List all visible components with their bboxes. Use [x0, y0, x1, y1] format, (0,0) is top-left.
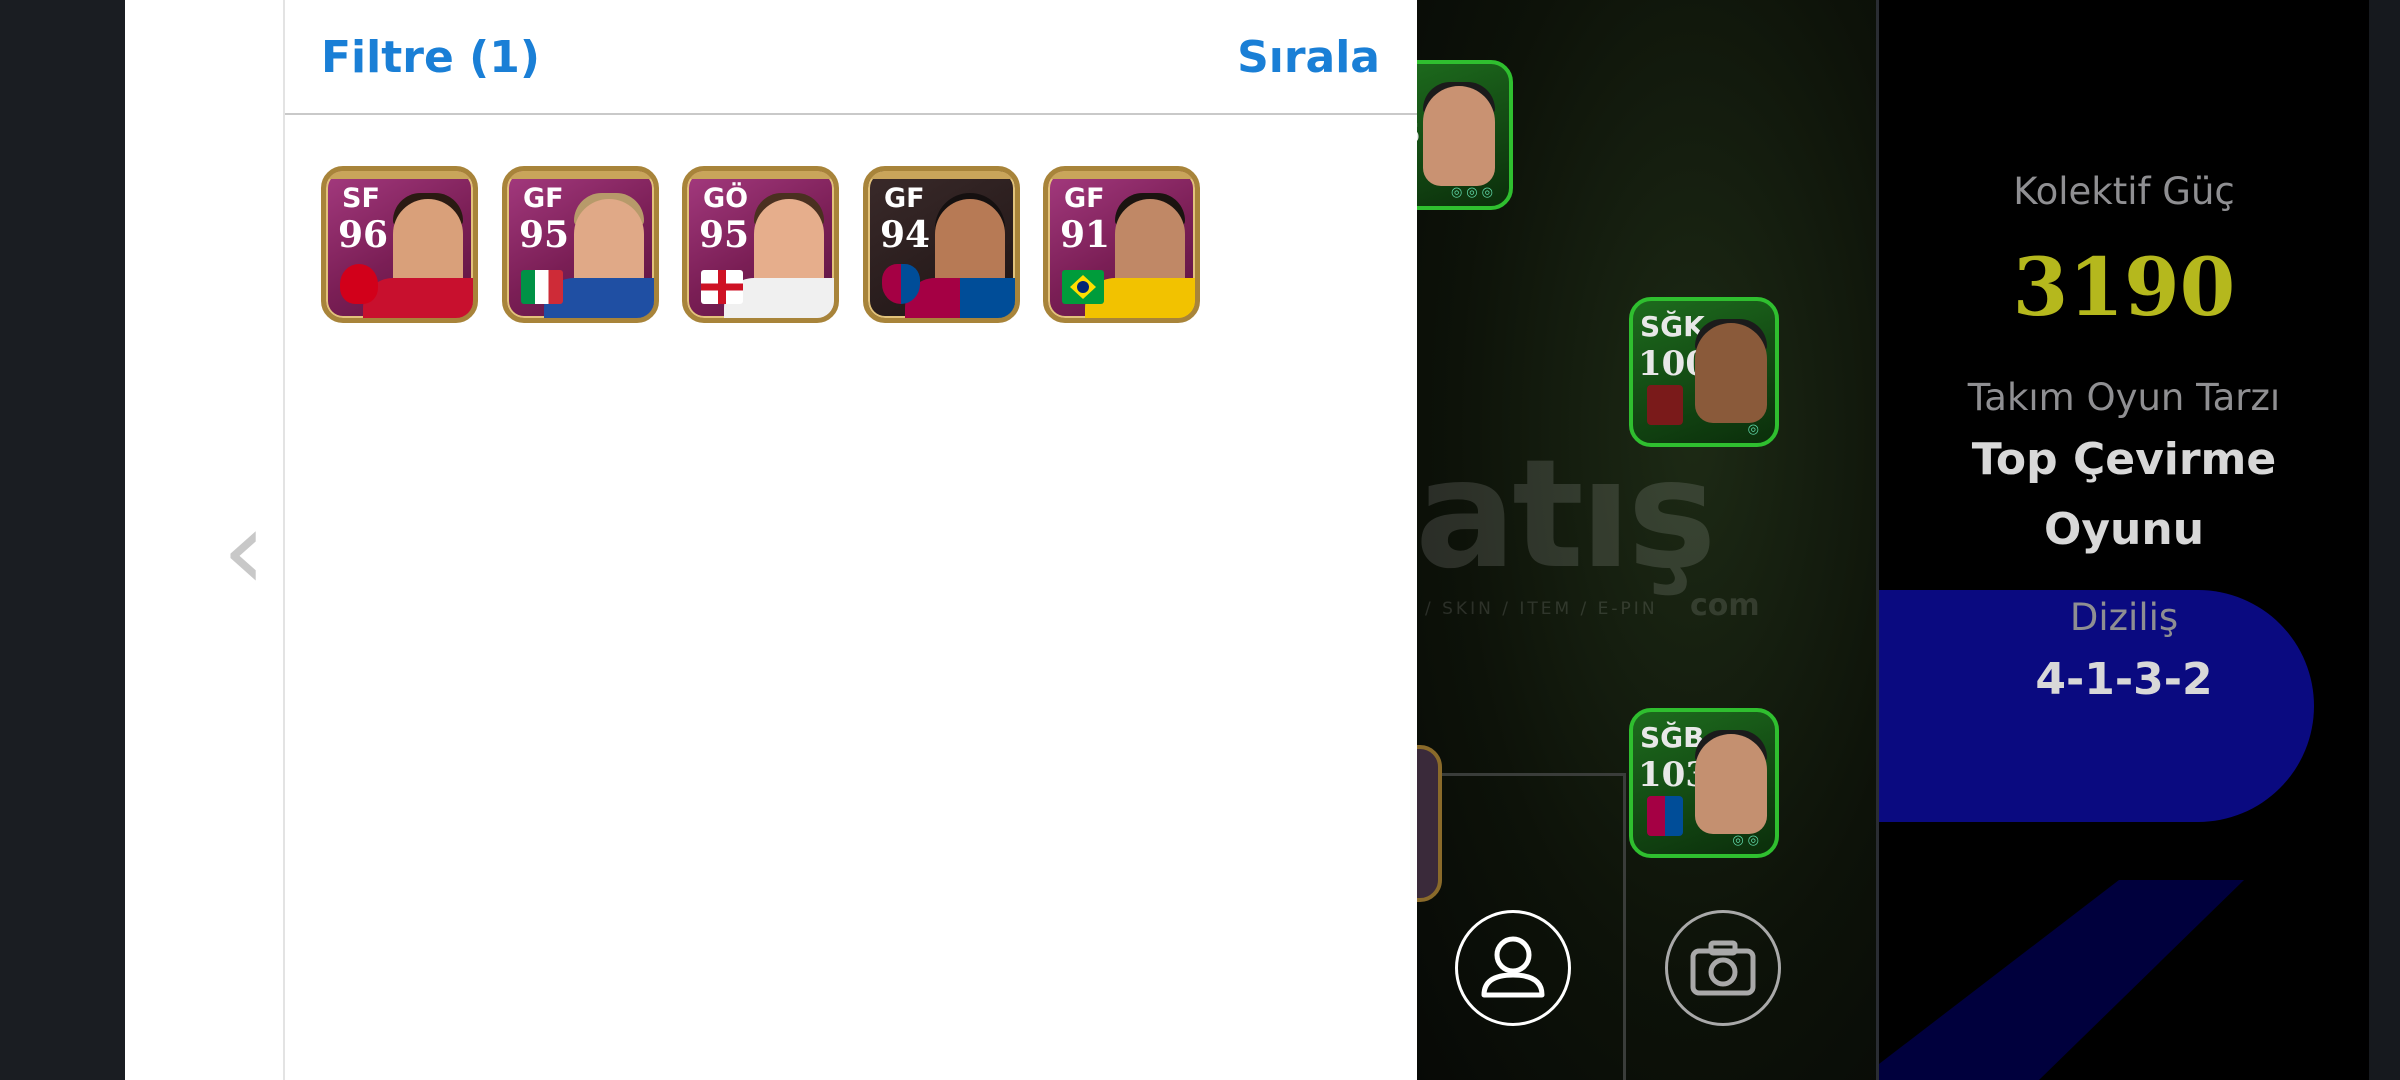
- player-shirt: [363, 278, 473, 318]
- camera-icon: [1690, 940, 1756, 996]
- profile-button[interactable]: [1455, 910, 1571, 1026]
- pitch-player-card[interactable]: SĞB 103 ◎◎: [1629, 708, 1779, 858]
- skill-indicator-icon: ◎: [1747, 422, 1763, 437]
- watermark-tagline: / SKIN / ITEM / E-PIN: [1425, 599, 1658, 619]
- player-card[interactable]: GF 94: [863, 166, 1020, 323]
- player-position: GF: [884, 183, 925, 214]
- profile-icon: [1481, 936, 1545, 998]
- camera-button[interactable]: [1665, 910, 1781, 1026]
- card-border: [507, 171, 654, 179]
- filter-button[interactable]: Filtre (1): [321, 32, 540, 83]
- skill-indicator-icon: ◎◎◎: [1450, 185, 1497, 200]
- play-style-line: Top Çevirme: [1971, 434, 2277, 485]
- england-flag-icon: [701, 270, 743, 304]
- barcelona-crest-icon: [882, 264, 920, 304]
- card-border: [687, 171, 834, 179]
- watermark-logo: atış: [1415, 428, 1717, 602]
- player-rating: 94: [880, 214, 931, 256]
- player-rating: 91: [1060, 214, 1111, 256]
- play-style-value[interactable]: Top Çevirme Oyunu: [1879, 425, 2369, 565]
- player-card[interactable]: GÖ 95: [682, 166, 839, 323]
- player-position: GÖ: [703, 183, 749, 214]
- collective-power-label: Kolektif Güç: [2013, 170, 2235, 213]
- club-crest-icon: [340, 264, 378, 304]
- right-margin: [2369, 0, 2400, 1080]
- left-margin: [0, 0, 125, 1080]
- club-badge-icon: [1647, 385, 1683, 425]
- formation-value[interactable]: 4-1-3-2: [1879, 645, 2369, 715]
- player-rating: 95: [519, 214, 570, 256]
- barcelona-crest-icon: [1647, 796, 1683, 836]
- formation-label: Diziliş: [2069, 596, 2179, 639]
- player-card[interactable]: SF 96: [321, 166, 478, 323]
- player-position: SF: [342, 183, 380, 214]
- brazil-flag-icon: [1062, 270, 1104, 304]
- collective-power-value: 3190: [2012, 240, 2236, 334]
- player-position: GF: [1064, 183, 1105, 214]
- card-border: [326, 171, 473, 179]
- player-rating: 96: [338, 214, 389, 256]
- player-shirt: [905, 278, 1015, 318]
- player-face: [1423, 86, 1495, 186]
- italy-flag-icon: [521, 270, 563, 304]
- pitch-player-card[interactable]: SĞK 100 ◎: [1629, 297, 1779, 447]
- sort-button[interactable]: Sırala: [1220, 32, 1380, 83]
- pitch-line: [1414, 773, 1626, 776]
- play-style-label: Takım Oyun Tarzı: [1967, 376, 2281, 419]
- play-style-line: Oyunu: [2043, 504, 2205, 555]
- player-card[interactable]: GF 95: [502, 166, 659, 323]
- header-divider: [285, 113, 1417, 115]
- player-position: GF: [523, 183, 564, 214]
- pitch-line: [1623, 773, 1626, 1080]
- skill-indicator-icon: ◎◎: [1732, 833, 1763, 848]
- back-arrow-icon[interactable]: ‹: [222, 495, 266, 605]
- watermark-domain: com: [1690, 588, 1760, 623]
- player-card[interactable]: GF 91: [1043, 166, 1200, 323]
- player-face: [1695, 323, 1767, 423]
- card-border: [868, 171, 1015, 179]
- card-border: [1048, 171, 1195, 179]
- player-position: SĞK: [1640, 310, 1705, 343]
- player-face: [1695, 734, 1767, 834]
- player-filter-panel: [125, 0, 1417, 1080]
- player-rating: 95: [699, 214, 750, 256]
- player-position: SĞB: [1640, 721, 1705, 754]
- panel-separator: [283, 0, 285, 1080]
